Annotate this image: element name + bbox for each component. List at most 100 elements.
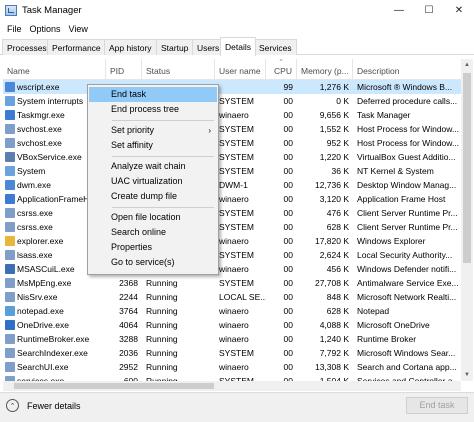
- cell-text: SYSTEM: [219, 222, 254, 232]
- menu-file[interactable]: File: [3, 24, 26, 34]
- cell-cpu: 00: [266, 332, 297, 346]
- cell-text: 4064: [119, 320, 138, 330]
- cell-text: 3764: [119, 306, 138, 316]
- end-task-button[interactable]: End task: [406, 397, 468, 414]
- tab-startup[interactable]: Startup: [156, 39, 194, 55]
- table-row[interactable]: VBoxService.exe SYSTEM 00 1,220 K VirtualBox…: [3, 150, 461, 164]
- context-menu-item[interactable]: Set priority ›: [89, 123, 217, 138]
- cell-mem: 7,792 K: [297, 346, 353, 360]
- cell-text: Running: [146, 334, 178, 344]
- cell-user: SYSTEM: [215, 164, 266, 178]
- table-row[interactable]: NisSrv.exe 2244 Running LOCAL SE... 00 848 K M…: [3, 290, 461, 304]
- context-menu-item[interactable]: Create dump file: [89, 189, 217, 204]
- context-menu-item[interactable]: Set affinity: [89, 138, 217, 153]
- table-row[interactable]: RuntimeBroker.exe 3288 Running winaero 00 1,2…: [3, 332, 461, 346]
- maximize-button[interactable]: ☐: [414, 0, 444, 20]
- table-row[interactable]: SearchUI.exe 2952 Running winaero 00 13,308 K…: [3, 360, 461, 374]
- cell-mem: 456 K: [297, 262, 353, 276]
- table-row[interactable]: wscript.exe 99 1,276 K Microsoft ® Windows …: [3, 80, 461, 94]
- cell-name: OneDrive.exe: [3, 318, 106, 332]
- context-menu-item[interactable]: Properties: [89, 240, 217, 255]
- table-row[interactable]: SearchIndexer.exe 2036 Running SYSTEM 00 7,79…: [3, 346, 461, 360]
- cell-text: winaero: [219, 362, 249, 372]
- scroll-thumb[interactable]: [463, 73, 471, 263]
- cell-text: SYSTEM: [219, 250, 254, 260]
- cell-desc: NT Kernel & System: [353, 164, 461, 178]
- context-menu-item[interactable]: Open file location: [89, 210, 217, 225]
- menu-options[interactable]: Options: [26, 24, 65, 34]
- context-menu-item[interactable]: UAC virtualization: [89, 174, 217, 189]
- cell-name: services.exe: [3, 374, 106, 381]
- cell-text: MsMpEng.exe: [17, 278, 72, 288]
- context-menu-item[interactable]: Analyze wait chain: [89, 159, 217, 174]
- cell-status: Running: [142, 318, 215, 332]
- column-status[interactable]: Status: [142, 59, 215, 80]
- tab-services[interactable]: Services: [254, 39, 297, 55]
- cell-mem: 1,276 K: [297, 80, 353, 94]
- table-row[interactable]: System interrupts SYSTEM 00 0 K Deferred pro…: [3, 94, 461, 108]
- cell-pid: 2368: [106, 276, 142, 290]
- context-menu-item[interactable]: End process tree: [89, 102, 217, 117]
- tab-app-history[interactable]: App history: [104, 39, 157, 55]
- vertical-scrollbar[interactable]: ▲ ▼: [461, 59, 473, 381]
- context-menu-item[interactable]: Go to service(s): [89, 255, 217, 270]
- table-row[interactable]: svchost.exe SYSTEM 00 952 K Host Process for…: [3, 136, 461, 150]
- column-user-name[interactable]: User name: [215, 59, 266, 80]
- column-cpu[interactable]: ^ CPU: [266, 59, 297, 80]
- cell-text: 2,624 K: [319, 250, 349, 260]
- cell-text: Running: [146, 362, 178, 372]
- scroll-down-icon[interactable]: ▼: [461, 369, 473, 381]
- context-menu-item[interactable]: End task: [89, 87, 217, 102]
- cell-text: svchost.exe: [17, 124, 62, 134]
- table-row[interactable]: lsass.exe SYSTEM 00 2,624 K Local Security A…: [3, 248, 461, 262]
- table-row[interactable]: dwm.exe DWM-1 00 12,736 K Desktop Window Man…: [3, 178, 461, 192]
- fewer-details-button[interactable]: ⌃ Fewer details: [6, 399, 81, 412]
- table-row[interactable]: services.exe 600 Running SYSTEM 00 1,504 K Ser…: [3, 374, 461, 381]
- table-row[interactable]: csrss.exe SYSTEM 00 628 K Client Server Runt…: [3, 220, 461, 234]
- column-description[interactable]: Description: [353, 59, 461, 80]
- table-row[interactable]: csrss.exe SYSTEM 00 476 K Client Server Runt…: [3, 206, 461, 220]
- cell-text: VBoxService.exe: [17, 152, 82, 162]
- table-row[interactable]: explorer.exe winaero 00 17,820 K Windows Exp…: [3, 234, 461, 248]
- cell-text: SearchIndexer.exe: [17, 348, 88, 358]
- table-row[interactable]: notepad.exe 3764 Running winaero 00 628 K Note…: [3, 304, 461, 318]
- cell-text: 628 K: [326, 306, 349, 316]
- minimize-button[interactable]: —: [384, 0, 414, 20]
- cell-desc: Microsoft Network Realti...: [353, 290, 461, 304]
- column-pid[interactable]: PID: [106, 59, 142, 80]
- table-row[interactable]: ApplicationFrameH... winaero 00 3,120 K Appl…: [3, 192, 461, 206]
- cell-text: NT Kernel & System: [357, 166, 434, 176]
- cell-text: 99: [283, 82, 293, 92]
- fewer-details-label: Fewer details: [27, 400, 81, 411]
- column-memory[interactable]: Memory (p...: [297, 59, 353, 80]
- column-name[interactable]: Name: [3, 59, 106, 80]
- table-row[interactable]: Taskmgr.exe winaero 00 9,656 K Task Manager: [3, 108, 461, 122]
- cell-text: 00: [283, 208, 293, 218]
- cell-text: 4,088 K: [319, 320, 349, 330]
- tab-processes[interactable]: Processes: [2, 39, 52, 55]
- scroll-up-icon[interactable]: ▲: [461, 59, 473, 71]
- table-row[interactable]: OneDrive.exe 4064 Running winaero 00 4,088 K M…: [3, 318, 461, 332]
- menu-view[interactable]: View: [65, 24, 92, 34]
- cell-text: Task Manager: [357, 110, 411, 120]
- table-row[interactable]: svchost.exe SYSTEM 00 1,552 K Host Process f…: [3, 122, 461, 136]
- tab-performance[interactable]: Performance: [47, 39, 106, 55]
- tab-details[interactable]: Details: [220, 37, 256, 56]
- cell-text: Running: [146, 292, 178, 302]
- horizontal-scroll-thumb[interactable]: [14, 383, 214, 389]
- cell-mem: 628 K: [297, 304, 353, 318]
- close-button[interactable]: ✕: [444, 0, 474, 20]
- context-menu-label: Go to service(s): [111, 257, 175, 267]
- cell-pid: 2952: [106, 360, 142, 374]
- table-row[interactable]: MSASCuiL.exe winaero 00 456 K Windows Defend…: [3, 262, 461, 276]
- cell-text: 9,656 K: [319, 110, 349, 120]
- horizontal-scrollbar[interactable]: [3, 381, 461, 391]
- context-menu-label: Set priority: [111, 125, 155, 135]
- table-row[interactable]: MsMpEng.exe 2368 Running SYSTEM 00 27,708 K An…: [3, 276, 461, 290]
- context-menu-item[interactable]: Search online: [89, 225, 217, 240]
- cell-text: 00: [283, 264, 293, 274]
- table-row[interactable]: System SYSTEM 00 36 K NT Kernel & System: [3, 164, 461, 178]
- cell-text: 628 K: [326, 222, 349, 232]
- cell-text: SYSTEM: [219, 138, 254, 148]
- process-icon: [5, 82, 15, 92]
